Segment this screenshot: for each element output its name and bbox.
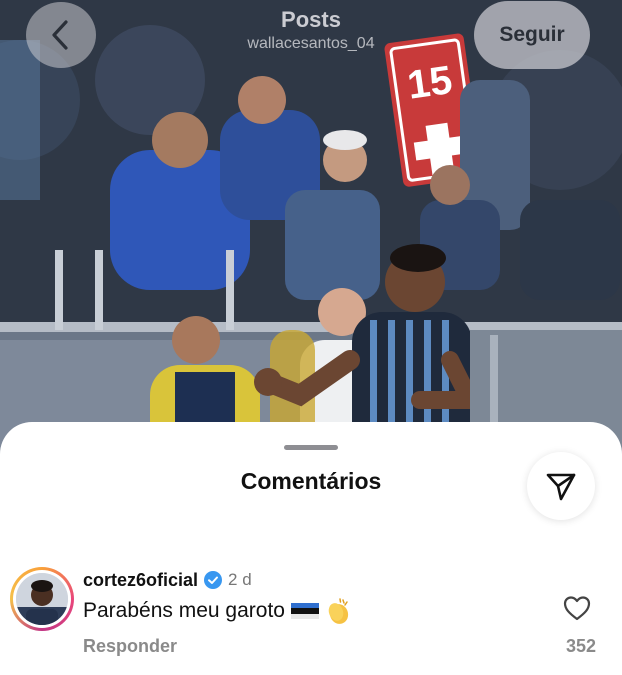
header: Posts wallacesantos_04: [200, 6, 422, 54]
page-title: Posts: [281, 7, 341, 32]
comment-time: 2 d: [228, 570, 252, 589]
comment-body: Parabéns meu garoto: [83, 599, 285, 622]
share-button[interactable]: [527, 452, 595, 520]
avatar[interactable]: [10, 567, 74, 631]
avatar-image: [16, 573, 68, 625]
follow-button[interactable]: Seguir: [474, 1, 590, 69]
reply-button[interactable]: Responder: [83, 636, 177, 657]
like-count: 352: [565, 636, 596, 656]
verified-badge-icon: [204, 571, 223, 589]
stadium-scene: 15: [0, 0, 622, 470]
comment-header: cortez6oficial 2 d: [83, 569, 252, 591]
comment-text: Parabéns meu garoto: [83, 597, 353, 625]
heart-icon[interactable]: [563, 595, 591, 621]
back-button[interactable]: [26, 2, 96, 68]
post-author-username[interactable]: wallacesantos_04: [200, 34, 422, 54]
flag-icon: [290, 603, 319, 619]
comment-username[interactable]: cortez6oficial: [83, 570, 198, 591]
chevron-left-icon: [52, 20, 68, 50]
sheet-grabber[interactable]: [284, 445, 338, 450]
clapping-hands-icon: [328, 598, 349, 624]
post-photo: 15: [0, 0, 622, 470]
comments-sheet: Comentários cortez6oficial 2 d Parabéns …: [0, 422, 622, 675]
paper-plane-icon: [546, 473, 576, 501]
sign-number: 15: [405, 58, 455, 108]
